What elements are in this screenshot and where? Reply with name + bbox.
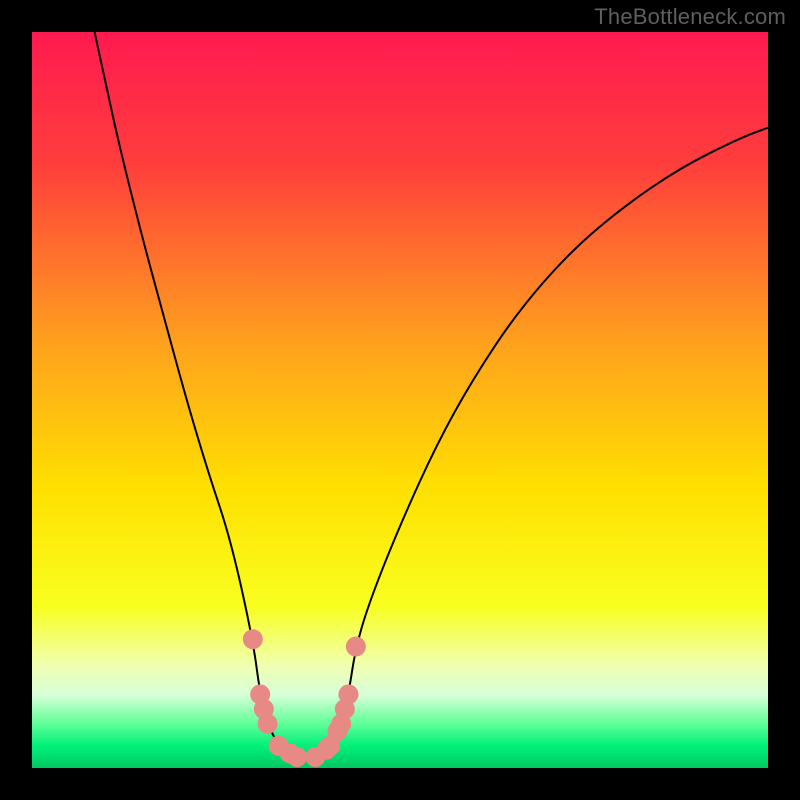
watermark-text: TheBottleneck.com xyxy=(594,4,786,30)
gradient-background xyxy=(32,32,768,768)
highlight-dot xyxy=(258,714,278,734)
bottleneck-chart xyxy=(32,32,768,768)
plot-area xyxy=(32,32,768,768)
highlight-dot xyxy=(243,629,263,649)
highlight-dot xyxy=(338,684,358,704)
highlight-dot xyxy=(287,747,307,767)
highlight-dot xyxy=(346,637,366,657)
chart-frame: TheBottleneck.com xyxy=(0,0,800,800)
